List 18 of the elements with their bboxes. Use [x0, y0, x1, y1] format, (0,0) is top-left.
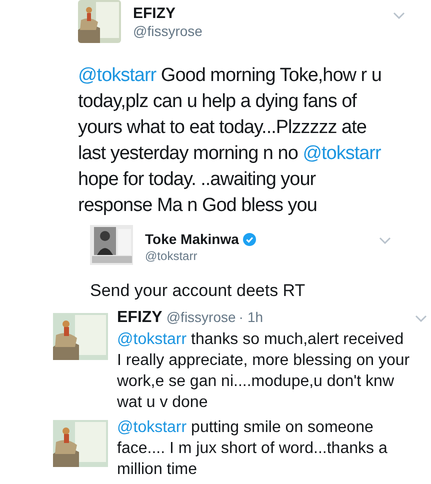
chevron-down-icon[interactable] — [415, 314, 427, 322]
mention-link[interactable]: @tokstarr — [117, 419, 187, 436]
separator-dot: · — [238, 309, 244, 325]
mention-link[interactable]: @tokstarr — [117, 331, 187, 348]
user-name: Toke Makinwa — [145, 231, 239, 247]
tweet-text: Send your account deets RT — [90, 281, 306, 301]
chevron-down-icon[interactable] — [379, 237, 391, 244]
timestamp: 1h — [247, 309, 264, 325]
mention-link[interactable]: @tokstarr — [302, 143, 381, 164]
user-handle: @fissyrose — [133, 23, 202, 39]
chevron-down-icon[interactable] — [393, 12, 405, 19]
user-name: EFIZY — [133, 5, 177, 22]
user-handle: @fissyrose — [166, 309, 236, 325]
mention-link[interactable]: @tokstarr — [78, 65, 156, 86]
user-handle: @tokstarr — [145, 249, 198, 263]
tweet-text: @tokstarr Good morning Toke,how r u today,plz can u help a dying fans of yours what to eat today...Plzzzzz ate last yesterday morning n no @tokstarr hope for today. ..awaiting your response Ma n God bless you — [78, 64, 382, 218]
reply-text: @tokstarr putting smile on someone face.... I m jux short of word...thanks a million time — [117, 418, 388, 480]
user-name: EFIZY — [117, 309, 162, 327]
